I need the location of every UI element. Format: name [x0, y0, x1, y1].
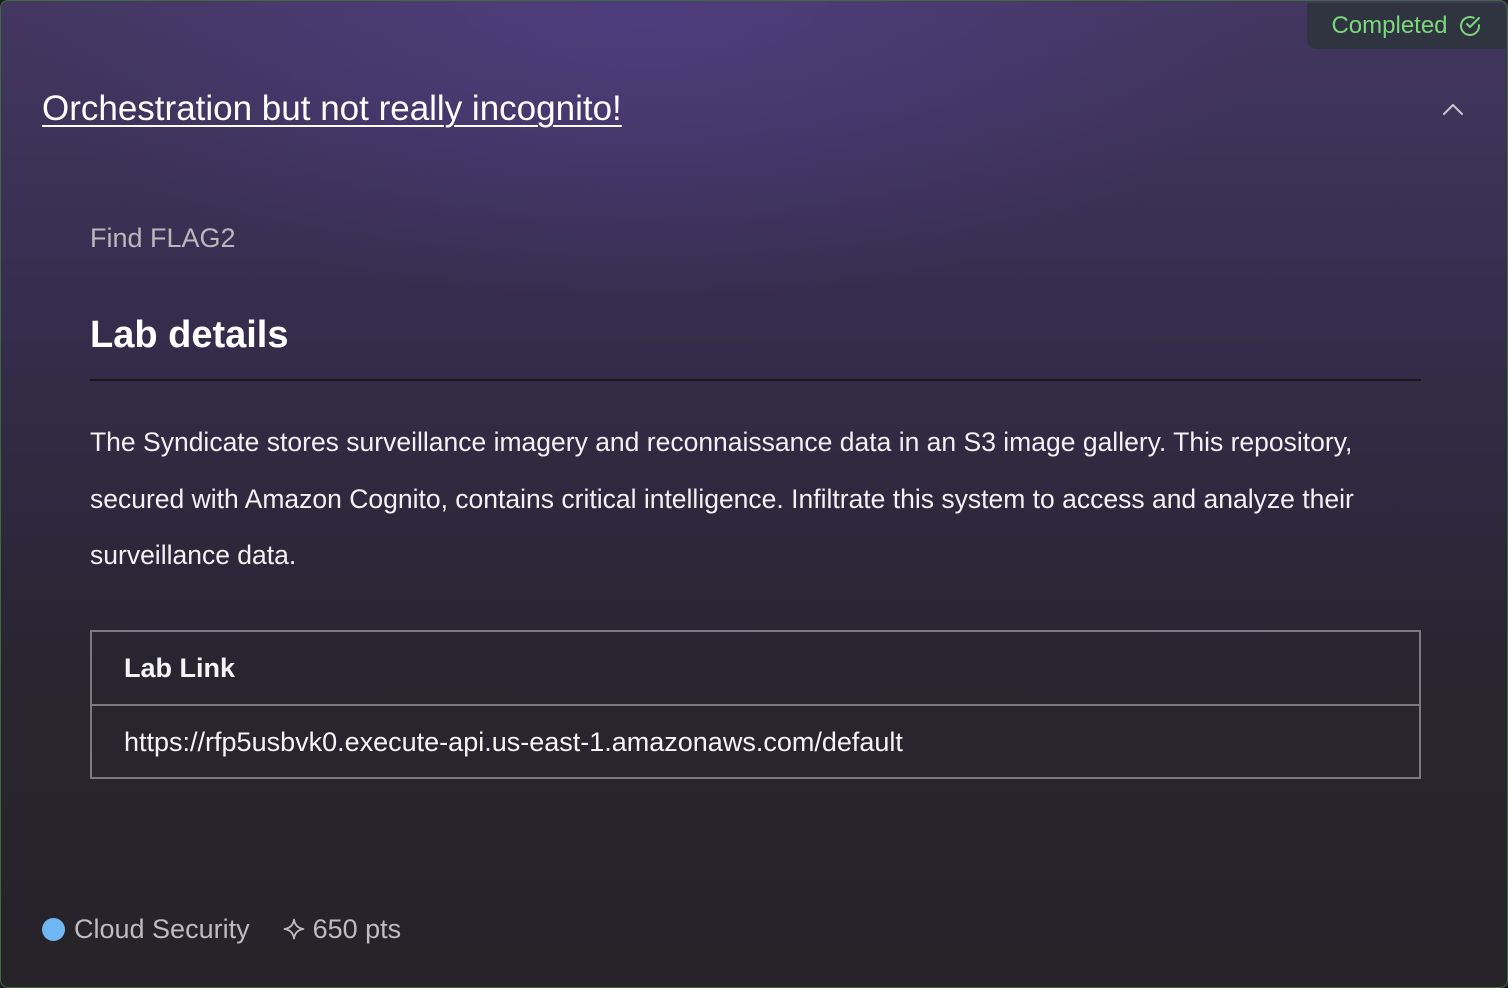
challenge-subtitle: Find FLAG2	[90, 223, 236, 253]
dot-icon	[42, 917, 65, 941]
lab-link-url[interactable]: https://rfp5usbvk0.execute-api.us-east-1…	[92, 706, 1419, 778]
challenge-footer: Cloud Security 650 pts	[42, 909, 401, 949]
check-circle-icon	[1459, 16, 1480, 36]
completed-badge: Completed	[1307, 3, 1506, 49]
challenge-card: Completed Orchestration but not really i…	[0, 0, 1508, 988]
sparkle-icon	[283, 918, 304, 940]
lab-description: The Syndicate stores surveillance imager…	[90, 427, 1354, 570]
completed-label: Completed	[1331, 12, 1448, 39]
chevron-up-icon	[1443, 104, 1463, 115]
section-divider	[90, 379, 1421, 381]
category-label: Cloud Security	[74, 913, 250, 944]
lab-link-header: Lab Link	[124, 652, 236, 683]
points-label: 650 pts	[312, 913, 402, 944]
collapse-button[interactable]	[1439, 97, 1467, 121]
lab-details-heading: Lab details	[90, 314, 289, 356]
challenge-title[interactable]: Orchestration but not really incognito!	[42, 89, 622, 129]
lab-link-table: Lab Link https://rfp5usbvk0.execute-api.…	[90, 630, 1421, 779]
